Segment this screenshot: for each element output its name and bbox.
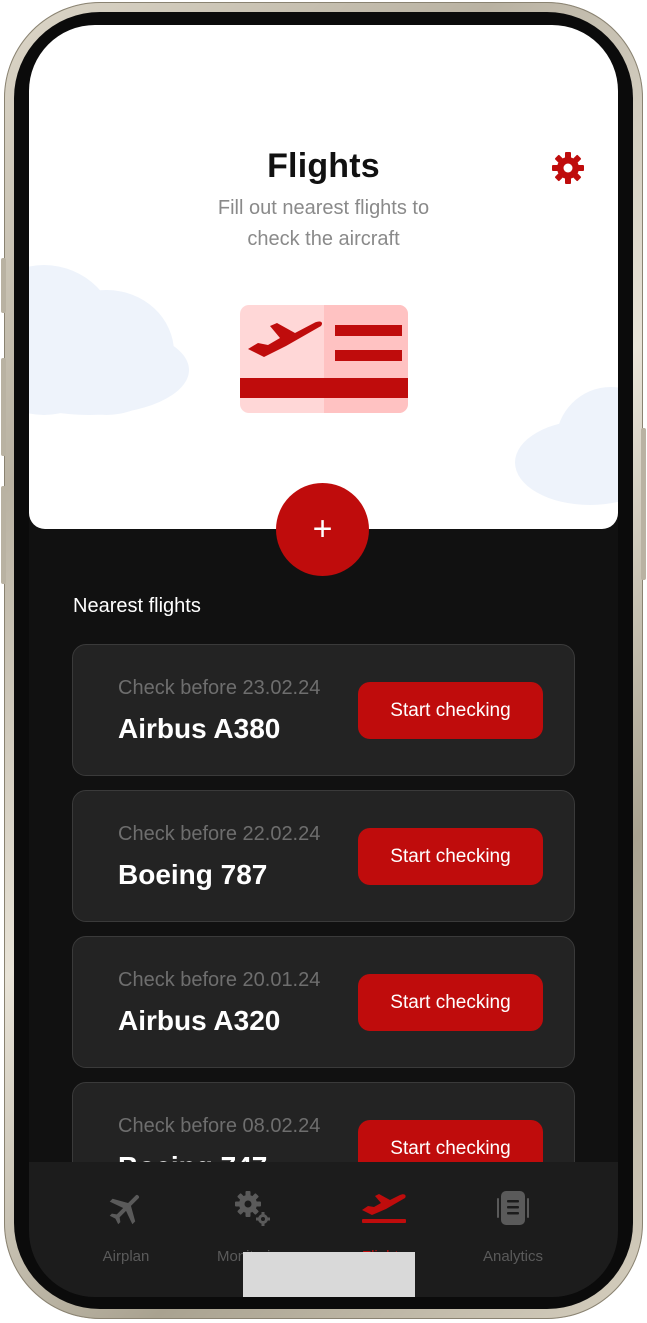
- power-button: [641, 428, 646, 580]
- start-checking-button[interactable]: Start checking: [358, 974, 543, 1031]
- nav-label-airplan: Airplan: [102, 1248, 150, 1265]
- subtitle-line-1: Fill out nearest flights to: [217, 197, 430, 219]
- flight-aircraft-name: Boeing 787: [118, 859, 268, 890]
- flight-check-date: Check before 22.02.24: [118, 823, 321, 845]
- gear-icon: [552, 152, 584, 184]
- page-title: Flights: [267, 147, 380, 185]
- silent-switch: [1, 258, 6, 313]
- start-checking-button[interactable]: Start checking: [358, 828, 543, 885]
- flight-aircraft-name: Airbus A380: [118, 713, 281, 744]
- flight-card: Check before 23.02.24 Airbus A380 Start …: [72, 644, 575, 776]
- nav-item-airplan[interactable]: Airplan: [66, 1162, 186, 1272]
- nav-item-analytics[interactable]: Analytics: [453, 1162, 573, 1272]
- flight-check-date: Check before 20.01.24: [118, 969, 321, 991]
- subtitle-line-2: check the aircraft: [247, 228, 400, 250]
- flight-card: Check before 20.01.24 Airbus A320 Start …: [72, 936, 575, 1068]
- flight-aircraft-name: Airbus A320: [118, 1005, 281, 1036]
- takeoff-icon: [362, 1194, 406, 1223]
- volume-up-button: [1, 358, 6, 456]
- page-subtitle: Fill out nearest flights to check the ai…: [29, 193, 618, 255]
- app-screen: Flights Fill out nearest flights to chec…: [29, 25, 618, 1297]
- section-title: Nearest flights: [73, 595, 201, 617]
- home-indicator: [243, 1252, 415, 1297]
- nav-label-analytics: Analytics: [482, 1248, 544, 1265]
- start-checking-button[interactable]: Start checking: [358, 682, 543, 739]
- gears-icon: [235, 1191, 270, 1226]
- add-flight-button[interactable]: +: [276, 483, 369, 576]
- ticket-illustration: [240, 305, 408, 413]
- plus-icon: +: [312, 510, 333, 548]
- settings-button[interactable]: [550, 150, 586, 186]
- flight-check-date: Check before 23.02.24: [118, 677, 321, 699]
- flight-card: Check before 22.02.24 Boeing 787 Start c…: [72, 790, 575, 922]
- airplane-icon: [109, 1194, 140, 1225]
- boarding-pass-icon: [240, 305, 408, 413]
- document-icon: [497, 1191, 529, 1225]
- flight-check-date: Check before 08.02.24: [118, 1115, 321, 1137]
- header-card: Flights Fill out nearest flights to chec…: [29, 25, 618, 529]
- volume-down-button: [1, 486, 6, 584]
